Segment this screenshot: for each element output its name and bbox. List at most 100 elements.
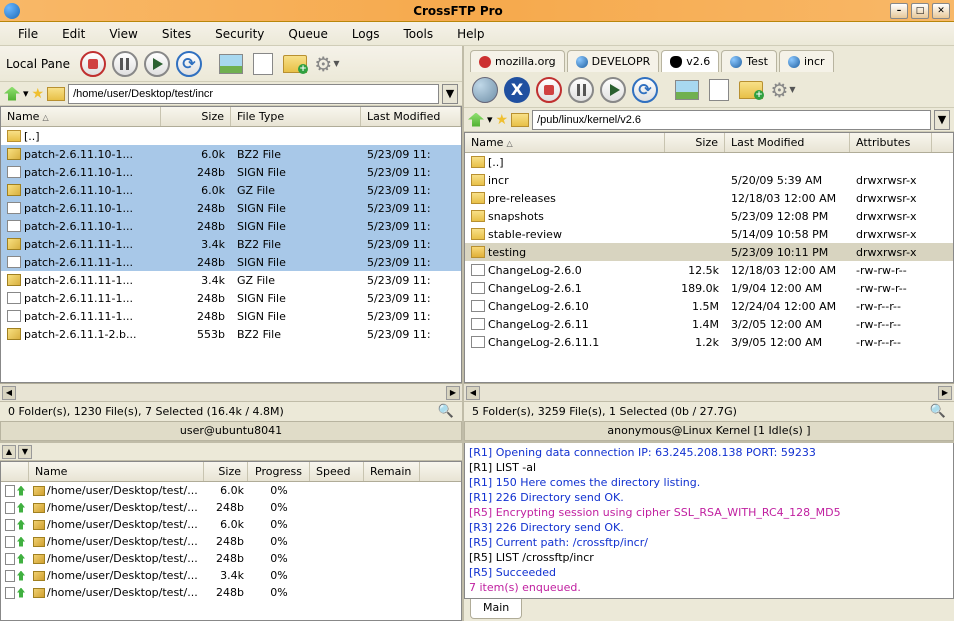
col-type[interactable]: File Type bbox=[231, 107, 361, 126]
menu-security[interactable]: Security bbox=[205, 24, 274, 44]
menu-sites[interactable]: Sites bbox=[152, 24, 201, 44]
image-button-remote[interactable] bbox=[672, 75, 702, 105]
scroll-right-button[interactable]: ▶ bbox=[446, 386, 460, 400]
remote-path-input[interactable] bbox=[532, 110, 931, 130]
menu-file[interactable]: File bbox=[8, 24, 48, 44]
table-row[interactable]: patch-2.6.11.1-2.b...553bBZ2 File5/23/09… bbox=[1, 325, 461, 343]
queue-row[interactable]: /home/user/Desktop/test/...248b0% bbox=[1, 584, 461, 601]
scroll-left-button[interactable]: ◀ bbox=[2, 386, 16, 400]
table-row[interactable]: patch-2.6.11.11-1...248bSIGN File5/23/09… bbox=[1, 307, 461, 325]
tab-incr[interactable]: incr bbox=[779, 50, 834, 72]
local-path-input[interactable] bbox=[68, 84, 439, 104]
path-dropdown[interactable]: ▼ bbox=[442, 84, 458, 104]
search-icon-remote[interactable]: 🔍 bbox=[930, 404, 946, 419]
minimize-button[interactable]: – bbox=[890, 3, 908, 19]
col-name[interactable]: Name△ bbox=[1, 107, 161, 126]
menu-tools[interactable]: Tools bbox=[394, 24, 444, 44]
table-row[interactable]: stable-review5/14/09 10:58 PMdrwxrwsr-x bbox=[465, 225, 953, 243]
table-row[interactable]: patch-2.6.11.11-1...248bSIGN File5/23/09… bbox=[1, 253, 461, 271]
col-attributes-remote[interactable]: Attributes bbox=[850, 133, 932, 152]
table-row[interactable]: incr5/20/09 5:39 AMdrwxrwsr-x bbox=[465, 171, 953, 189]
queue-table[interactable]: Name Size Progress Speed Remain /home/us… bbox=[0, 461, 462, 621]
col-queue-name[interactable]: Name bbox=[29, 462, 204, 481]
stop-button-remote[interactable] bbox=[534, 75, 564, 105]
queue-up-button[interactable]: ▲ bbox=[2, 445, 16, 459]
search-icon[interactable]: 🔍 bbox=[438, 404, 454, 419]
maximize-button[interactable]: □ bbox=[911, 3, 929, 19]
new-folder-button-remote[interactable] bbox=[736, 75, 766, 105]
table-row[interactable]: ChangeLog-2.6.111.4M3/2/05 12:00 AM-rw-r… bbox=[465, 315, 953, 333]
menu-logs[interactable]: Logs bbox=[342, 24, 390, 44]
pause-button-remote[interactable] bbox=[566, 75, 596, 105]
table-row[interactable]: snapshots5/23/09 12:08 PMdrwxrwsr-x bbox=[465, 207, 953, 225]
bookmark-button-remote[interactable]: ★ bbox=[496, 112, 509, 128]
log-tab-main[interactable]: Main bbox=[470, 599, 522, 619]
col-queue-progress[interactable]: Progress bbox=[248, 462, 310, 481]
menu-edit[interactable]: Edit bbox=[52, 24, 95, 44]
queue-down-button[interactable]: ▼ bbox=[18, 445, 32, 459]
col-icon[interactable] bbox=[1, 462, 29, 481]
table-row[interactable]: patch-2.6.11.11-1...248bSIGN File5/23/09… bbox=[1, 289, 461, 307]
col-size[interactable]: Size bbox=[161, 107, 231, 126]
play-button-remote[interactable] bbox=[598, 75, 628, 105]
queue-row[interactable]: /home/user/Desktop/test/...6.0k0% bbox=[1, 516, 461, 533]
globe-button[interactable] bbox=[470, 75, 500, 105]
play-button[interactable] bbox=[142, 49, 172, 79]
table-row[interactable]: patch-2.6.11.11-1...3.4kBZ2 File5/23/09 … bbox=[1, 235, 461, 253]
edit-button[interactable] bbox=[248, 49, 278, 79]
table-row[interactable]: [..] bbox=[1, 127, 461, 145]
edit-button-remote[interactable] bbox=[704, 75, 734, 105]
menu-queue[interactable]: Queue bbox=[278, 24, 337, 44]
col-queue-remain[interactable]: Remain bbox=[364, 462, 420, 481]
new-folder-button[interactable] bbox=[280, 49, 310, 79]
table-row[interactable]: ChangeLog-2.6.101.5M12/24/04 12:00 AM-rw… bbox=[465, 297, 953, 315]
refresh-button[interactable]: ⟳ bbox=[174, 49, 204, 79]
remote-hscroll[interactable]: ◀ ▶ bbox=[464, 383, 954, 401]
queue-row[interactable]: /home/user/Desktop/test/...248b0% bbox=[1, 499, 461, 516]
go-up-button-remote[interactable] bbox=[468, 113, 484, 127]
table-row[interactable]: pre-releases12/18/03 12:00 AMdrwxrwsr-x bbox=[465, 189, 953, 207]
table-row[interactable]: patch-2.6.11.11-1...3.4kGZ File5/23/09 1… bbox=[1, 271, 461, 289]
table-row[interactable]: ChangeLog-2.6.012.5k12/18/03 12:00 AM-rw… bbox=[465, 261, 953, 279]
queue-row[interactable]: /home/user/Desktop/test/...248b0% bbox=[1, 550, 461, 567]
queue-row[interactable]: /home/user/Desktop/test/...248b0% bbox=[1, 533, 461, 550]
stop-button[interactable] bbox=[78, 49, 108, 79]
table-row[interactable]: patch-2.6.11.10-1...248bSIGN File5/23/09… bbox=[1, 163, 461, 181]
col-modified-remote[interactable]: Last Modified bbox=[725, 133, 850, 152]
image-button[interactable] bbox=[216, 49, 246, 79]
close-button[interactable]: ✕ bbox=[932, 3, 950, 19]
connect-button[interactable]: X bbox=[502, 75, 532, 105]
table-row[interactable]: [..] bbox=[465, 153, 953, 171]
local-file-table[interactable]: Name△ Size File Type Last Modified [..] p… bbox=[0, 106, 462, 383]
menu-help[interactable]: Help bbox=[447, 24, 494, 44]
col-queue-size[interactable]: Size bbox=[204, 462, 248, 481]
queue-row[interactable]: /home/user/Desktop/test/...3.4k0% bbox=[1, 567, 461, 584]
remote-file-table[interactable]: Name△ Size Last Modified Attributes [..]… bbox=[464, 132, 954, 383]
queue-row[interactable]: /home/user/Desktop/test/...6.0k0% bbox=[1, 482, 461, 499]
scroll-left-button-remote[interactable]: ◀ bbox=[466, 386, 480, 400]
tab-mozilla-org[interactable]: mozilla.org bbox=[470, 50, 565, 72]
table-row[interactable]: ChangeLog-2.6.1189.0k1/9/04 12:00 AM-rw-… bbox=[465, 279, 953, 297]
path-dropdown-remote[interactable]: ▼ bbox=[934, 110, 950, 130]
col-size-remote[interactable]: Size bbox=[665, 133, 725, 152]
col-name-remote[interactable]: Name△ bbox=[465, 133, 665, 152]
settings-button-remote[interactable]: ⚙▼ bbox=[768, 75, 798, 105]
table-row[interactable]: patch-2.6.11.10-1...6.0kGZ File5/23/09 1… bbox=[1, 181, 461, 199]
table-row[interactable]: ChangeLog-2.6.11.11.2k3/9/05 12:00 AM-rw… bbox=[465, 333, 953, 351]
col-modified[interactable]: Last Modified bbox=[361, 107, 461, 126]
table-row[interactable]: patch-2.6.11.10-1...248bSIGN File5/23/09… bbox=[1, 199, 461, 217]
refresh-button-remote[interactable]: ⟳ bbox=[630, 75, 660, 105]
table-row[interactable]: testing5/23/09 10:11 PMdrwxrwsr-x bbox=[465, 243, 953, 261]
go-up-button[interactable] bbox=[4, 87, 20, 101]
scroll-right-button-remote[interactable]: ▶ bbox=[938, 386, 952, 400]
log-body[interactable]: [R1] Opening data connection IP: 63.245.… bbox=[464, 443, 954, 599]
tab-test[interactable]: Test bbox=[721, 50, 777, 72]
bookmark-button[interactable]: ★ bbox=[32, 86, 45, 102]
tab-v2-6[interactable]: v2.6 bbox=[661, 50, 719, 72]
settings-button[interactable]: ⚙▼ bbox=[312, 49, 342, 79]
local-hscroll[interactable]: ◀ ▶ bbox=[0, 383, 462, 401]
menu-view[interactable]: View bbox=[99, 24, 147, 44]
pause-button[interactable] bbox=[110, 49, 140, 79]
tab-developr[interactable]: DEVELOPR bbox=[567, 50, 660, 72]
table-row[interactable]: patch-2.6.11.10-1...248bSIGN File5/23/09… bbox=[1, 217, 461, 235]
